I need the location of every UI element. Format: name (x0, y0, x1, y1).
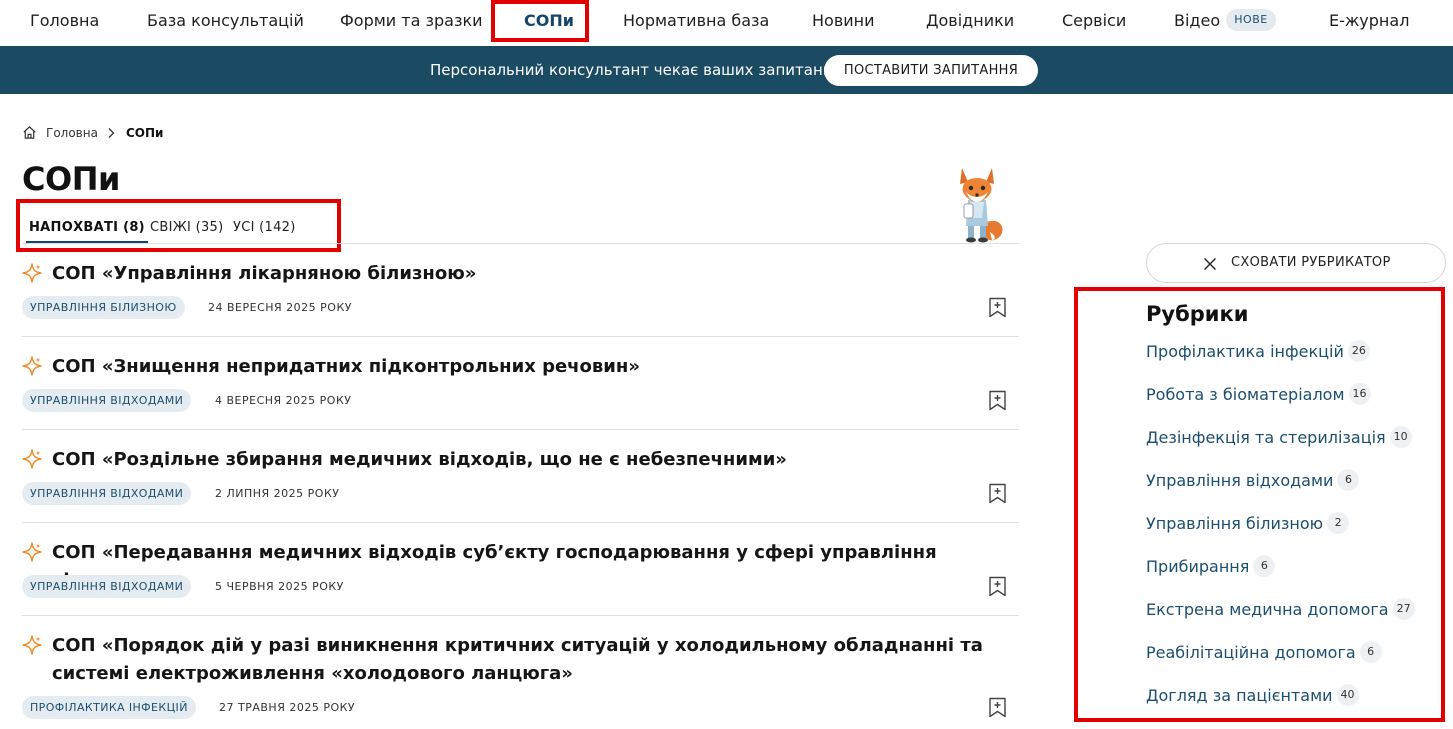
item-date: 24 ВЕРЕСНЯ 2025 РОКУ (208, 301, 352, 314)
fox-mascot-illustration (960, 168, 1003, 243)
rubric-count: 2 (1327, 512, 1350, 534)
ask-question-button[interactable]: ПОСТАВИТИ ЗАПИТАННЯ (824, 55, 1038, 86)
nav-item-news[interactable]: Новини (812, 0, 875, 42)
rubric-count: 10 (1389, 426, 1412, 448)
sparkle-icon (22, 449, 42, 469)
rubric-count: 16 (1348, 383, 1371, 405)
rubric-item[interactable]: Догляд за пацієнтами 40 (1146, 684, 1359, 710)
rubric-label: Дезінфекція та стерилізація (1146, 427, 1386, 447)
sop-title[interactable]: СОП «Знищення непридатних підконтрольних… (52, 353, 1002, 381)
category-tag[interactable]: УПРАВЛІННЯ БІЛИЗНОЮ (22, 296, 185, 319)
breadcrumb-home[interactable]: Головна (46, 126, 98, 140)
nav-highlight-box (491, 0, 589, 42)
sparkle-icon (22, 542, 42, 562)
rubric-item[interactable]: Профілактика інфекцій 26 (1146, 340, 1370, 366)
rubric-item[interactable]: Реабілітаційна допомога 6 (1146, 641, 1382, 667)
item-date: 27 ТРАВНЯ 2025 РОКУ (219, 701, 356, 714)
divider (22, 429, 1019, 430)
rubric-count: 27 (1392, 598, 1415, 620)
rubric-label: Прибирання (1146, 556, 1250, 576)
nav-item-home[interactable]: Головна (30, 0, 99, 42)
rubric-item[interactable]: Екстрена медична допомога 27 (1146, 598, 1415, 624)
divider (22, 243, 1019, 244)
divider (22, 615, 1019, 616)
chevron-right-icon (108, 128, 115, 138)
sparkle-icon (22, 356, 42, 376)
banner-text: Персональний консультант чекає ваших зап… (430, 61, 832, 79)
divider (22, 336, 1019, 337)
tabs-highlight-box: НАПОХВАТІ (8) СВІЖІ (35) УСІ (142) (16, 199, 341, 252)
sop-title[interactable]: СОП «Роздільне збирання медичних відході… (52, 446, 1002, 474)
tab-popular[interactable]: НАПОХВАТІ (8) (29, 220, 145, 235)
rubric-label: Профілактика інфекцій (1146, 341, 1344, 361)
hide-rubricator-button[interactable]: СХОВАТИ РУБРИКАТОР (1146, 243, 1446, 283)
rubric-label: Реабілітаційна допомога (1146, 642, 1356, 662)
nav-item-consultations[interactable]: База консультацій (147, 0, 304, 42)
rubric-count: 6 (1337, 469, 1360, 491)
rubric-count: 6 (1359, 641, 1382, 663)
item-date: 5 ЧЕРВНЯ 2025 РОКУ (215, 580, 344, 593)
page-title: СОПи (22, 160, 120, 198)
rubric-item[interactable]: Дезінфекція та стерилізація 10 (1146, 426, 1412, 452)
nav-item-services[interactable]: Сервіси (1062, 0, 1126, 42)
hide-rubricator-label: СХОВАТИ РУБРИКАТОР (1231, 255, 1391, 270)
tab-fresh[interactable]: СВІЖІ (35) (150, 220, 223, 235)
rubric-item[interactable]: Робота з біоматеріалом 16 (1146, 383, 1371, 409)
sop-title[interactable]: СОП «Передавання медичних відходів суб’є… (52, 539, 1002, 595)
rubrics-title: Рубрики (1146, 302, 1249, 326)
rubric-label: Екстрена медична допомога (1146, 599, 1389, 619)
nav-item-video[interactable]: Відео (1174, 0, 1220, 42)
breadcrumb-current: СОПи (126, 126, 164, 140)
rubric-item[interactable]: Прибирання 6 (1146, 555, 1276, 581)
new-badge: НОВЕ (1226, 9, 1276, 31)
nav-item-forms[interactable]: Форми та зразки (340, 0, 483, 42)
sparkle-icon (22, 263, 42, 283)
category-tag[interactable]: УПРАВЛІННЯ ВІДХОДАМИ (22, 575, 192, 598)
bookmark-add-icon[interactable] (988, 697, 1007, 718)
bookmark-add-icon[interactable] (988, 390, 1007, 411)
rubric-label: Робота з біоматеріалом (1146, 384, 1345, 404)
home-icon[interactable] (22, 125, 37, 140)
close-icon (1204, 258, 1216, 270)
top-nav: Головна База консультацій Форми та зразк… (0, 0, 1453, 46)
divider (22, 522, 1019, 523)
bookmark-add-icon[interactable] (988, 576, 1007, 597)
rubric-count: 40 (1336, 684, 1359, 706)
bookmark-add-icon[interactable] (988, 483, 1007, 504)
item-date: 2 ЛИПНЯ 2025 РОКУ (215, 487, 340, 500)
category-tag[interactable]: ПРОФІЛАКТИКА ІНФЕКЦІЙ (22, 696, 196, 719)
rubric-item[interactable]: Управління білизною 2 (1146, 512, 1350, 538)
sparkle-icon (22, 635, 42, 655)
rubric-label: Догляд за пацієнтами (1146, 685, 1333, 705)
tab-all[interactable]: УСІ (142) (233, 220, 296, 235)
rubric-count: 6 (1253, 555, 1276, 577)
sop-title[interactable]: СОП «Управління лікарняною білизною» (52, 260, 1002, 288)
category-tag[interactable]: УПРАВЛІННЯ ВІДХОДАМИ (22, 389, 192, 412)
rubric-item[interactable]: Управління відходами 6 (1146, 469, 1360, 495)
consultant-banner: Персональний консультант чекає ваших зап… (0, 46, 1453, 94)
item-date: 4 ВЕРЕСНЯ 2025 РОКУ (215, 394, 352, 407)
rubric-count: 26 (1347, 340, 1370, 362)
nav-item-journal[interactable]: Е-журнал (1329, 0, 1409, 42)
rubric-label: Управління відходами (1146, 470, 1334, 490)
bookmark-add-icon[interactable] (988, 297, 1007, 318)
nav-item-regulations[interactable]: Нормативна база (623, 0, 769, 42)
nav-item-references[interactable]: Довідники (926, 0, 1014, 42)
sop-title[interactable]: СОП «Порядок дій у разі виникнення крити… (52, 632, 1002, 688)
rubric-label: Управління білизною (1146, 513, 1324, 533)
category-tag[interactable]: УПРАВЛІННЯ ВІДХОДАМИ (22, 482, 192, 505)
